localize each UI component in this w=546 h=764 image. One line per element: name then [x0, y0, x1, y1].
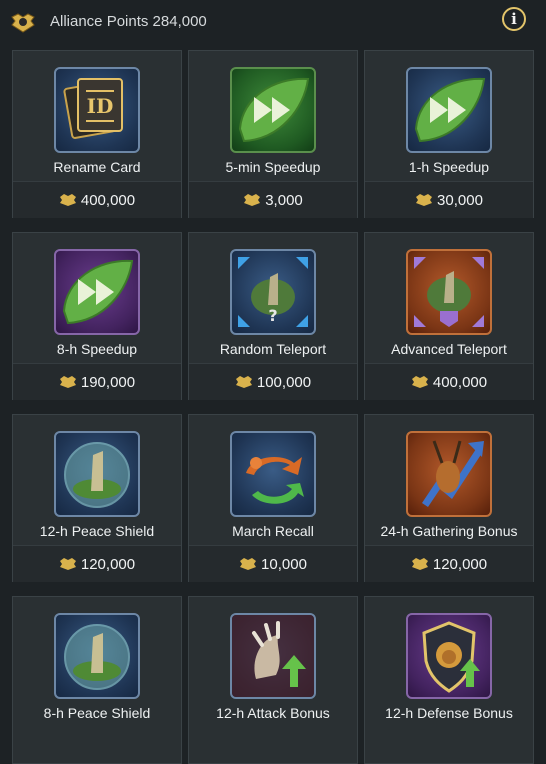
march-recall-icon: [230, 431, 316, 517]
item-name: 12-h Peace Shield: [39, 523, 155, 539]
item-name: 1-h Speedup: [408, 159, 490, 175]
price-row: 400,000: [365, 363, 533, 400]
alliance-point-icon: [59, 558, 76, 570]
item-name: 8-h Speedup: [56, 341, 138, 357]
item-name: 12-h Attack Bonus: [216, 705, 330, 721]
shop-item-8h-speedup[interactable]: 8-h Speedup 190,000: [12, 232, 182, 400]
shop-grid: ID Rename Card 400,000 5-min Speedup 3,0…: [12, 50, 546, 764]
shop-item-5min-speedup[interactable]: 5-min Speedup 3,000: [188, 50, 358, 218]
item-price: 120,000: [432, 555, 488, 573]
info-button[interactable]: i: [502, 7, 526, 31]
item-name: March Recall: [232, 523, 314, 539]
item-name: Random Teleport: [219, 341, 327, 357]
alliance-point-icon: [240, 558, 257, 570]
speedup-icon: [230, 67, 316, 153]
svg-text:ID: ID: [87, 94, 114, 118]
alliance-crest-icon: [11, 13, 35, 33]
item-name: 5-min Speedup: [225, 159, 321, 175]
price-row: 120,000: [365, 545, 533, 582]
price-row: 10,000: [189, 545, 357, 582]
shop-item-24h-gathering-bonus[interactable]: 24-h Gathering Bonus 120,000: [364, 414, 534, 582]
item-name: 8-h Peace Shield: [43, 705, 151, 721]
shop-item-8h-peace-shield[interactable]: 8-h Peace Shield: [12, 596, 182, 764]
price-row: 30,000: [365, 181, 533, 218]
speedup-icon: [406, 67, 492, 153]
advanced-teleport-icon: [406, 249, 492, 335]
alliance-points-title: Alliance Points 284,000: [50, 13, 207, 30]
item-name: 12-h Defense Bonus: [385, 705, 513, 721]
alliance-point-icon: [416, 194, 433, 206]
shop-item-rename-card[interactable]: ID Rename Card 400,000: [12, 50, 182, 218]
price-row: 100,000: [189, 363, 357, 400]
item-price: 10,000: [261, 555, 307, 573]
item-price: 190,000: [80, 373, 136, 391]
shop-item-1h-speedup[interactable]: 1-h Speedup 30,000: [364, 50, 534, 218]
shop-item-march-recall[interactable]: March Recall 10,000: [188, 414, 358, 582]
peace-shield-icon: [54, 431, 140, 517]
shop-item-random-teleport[interactable]: ? Random Teleport 100,000: [188, 232, 358, 400]
header-bar: Alliance Points 284,000 i: [0, 0, 546, 44]
shop-item-advanced-teleport[interactable]: Advanced Teleport 400,000: [364, 232, 534, 400]
item-price: 120,000: [80, 555, 136, 573]
item-price: 400,000: [80, 191, 136, 209]
item-price: 30,000: [437, 191, 483, 209]
random-teleport-icon: ?: [230, 249, 316, 335]
alliance-point-icon: [244, 194, 261, 206]
alliance-point-icon: [411, 558, 428, 570]
svg-text:?: ?: [268, 306, 277, 325]
peace-shield-icon: [54, 613, 140, 699]
price-row: 400,000: [13, 181, 181, 218]
price-row: 3,000: [189, 181, 357, 218]
speedup-icon: [54, 249, 140, 335]
item-price: 400,000: [432, 373, 488, 391]
item-price: 100,000: [256, 373, 312, 391]
gathering-bonus-icon: [406, 431, 492, 517]
item-name: Advanced Teleport: [391, 341, 507, 357]
shop-item-12h-peace-shield[interactable]: 12-h Peace Shield 120,000: [12, 414, 182, 582]
rename-card-icon: ID: [54, 67, 140, 153]
item-name: Rename Card: [53, 159, 141, 175]
price-row: 120,000: [13, 545, 181, 582]
alliance-point-icon: [411, 376, 428, 388]
defense-bonus-icon: [406, 613, 492, 699]
alliance-point-icon: [235, 376, 252, 388]
alliance-point-icon: [59, 376, 76, 388]
shop-item-12h-defense-bonus[interactable]: 12-h Defense Bonus: [364, 596, 534, 764]
item-name: 24-h Gathering Bonus: [380, 523, 518, 539]
alliance-point-icon: [59, 194, 76, 206]
shop-item-12h-attack-bonus[interactable]: 12-h Attack Bonus: [188, 596, 358, 764]
price-row: 190,000: [13, 363, 181, 400]
item-price: 3,000: [265, 191, 303, 209]
attack-bonus-icon: [230, 613, 316, 699]
